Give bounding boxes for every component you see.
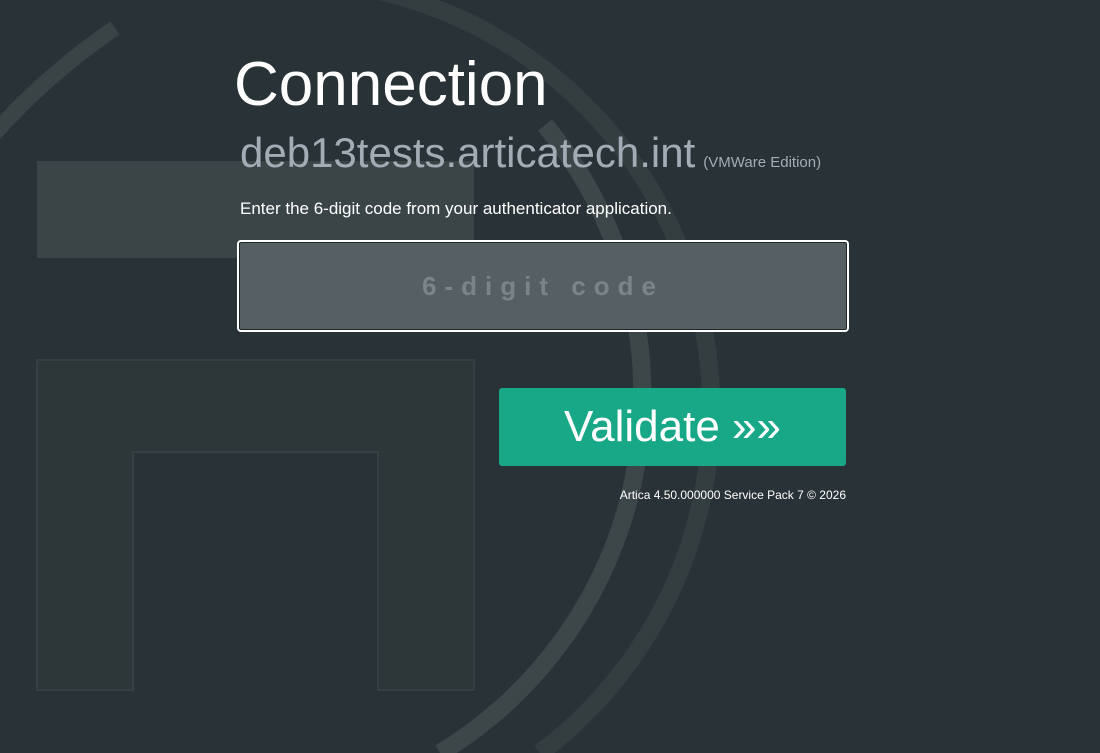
login-panel: Connection deb13tests.articatech.int (VMW… [0, 0, 1100, 753]
validate-button[interactable]: Validate »» [499, 388, 846, 466]
page-title: Connection [234, 50, 548, 119]
otp-code-input[interactable] [237, 240, 849, 332]
server-identity: deb13tests.articatech.int (VMWare Edition… [240, 130, 821, 176]
version-footer: Artica 4.50.000000 Service Pack 7 © 2026 [619, 488, 846, 502]
edition-label: (VMWare Edition) [703, 154, 822, 171]
instructions-text: Enter the 6-digit code from your authent… [240, 199, 672, 218]
hostname-text: deb13tests.articatech.int [240, 129, 696, 176]
